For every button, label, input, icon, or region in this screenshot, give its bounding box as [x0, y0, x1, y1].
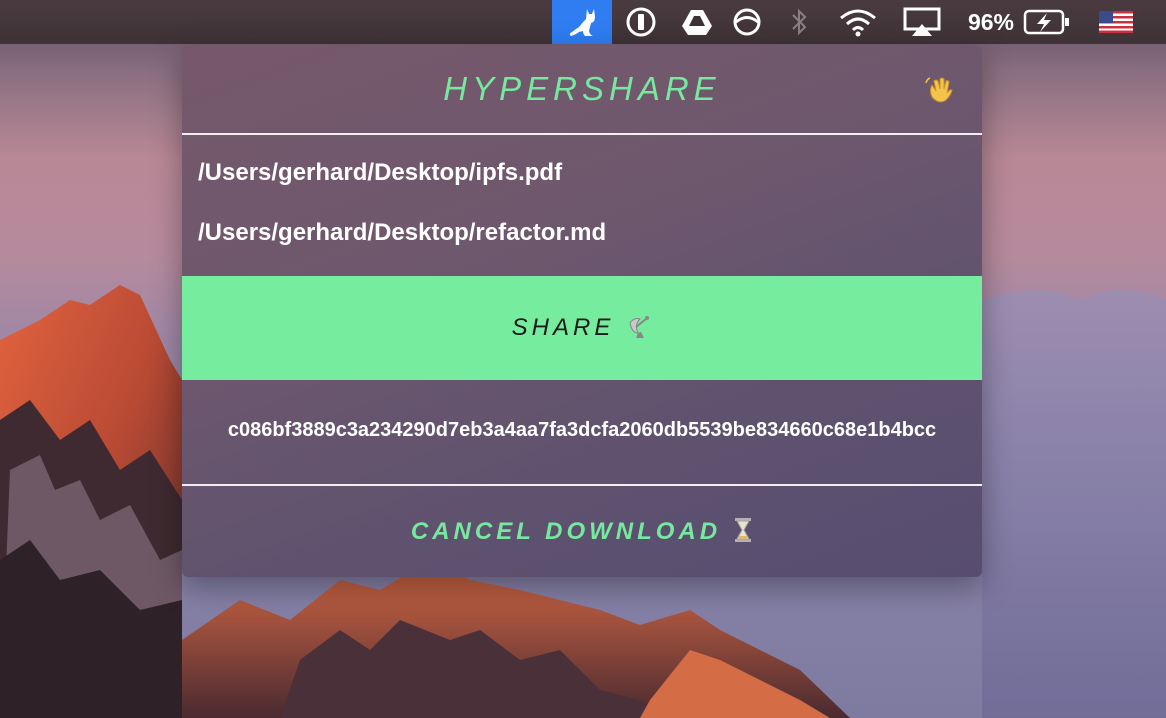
share-button[interactable]: SHARE [182, 276, 982, 380]
satellite-antenna-icon [626, 313, 652, 344]
1password-icon[interactable] [624, 0, 658, 44]
google-drive-icon[interactable] [680, 0, 714, 44]
battery-charging-icon[interactable] [1022, 0, 1072, 44]
hourglass-icon [733, 517, 753, 548]
us-flag-icon[interactable] [1098, 0, 1134, 44]
waving-hand-icon[interactable] [924, 75, 954, 105]
share-hash: c086bf3889c3a234290d7eb3a4aa7fa3dcfa2060… [227, 419, 937, 441]
hash-divider [182, 484, 982, 486]
app-title: HYPERSHARE [443, 70, 721, 107]
wifi-icon[interactable] [838, 0, 878, 44]
cancel-download-label: CANCEL DOWNLOAD [410, 518, 722, 545]
airplay-icon[interactable] [902, 0, 942, 44]
file-item: /Users/gerhard/Desktop/ipfs.pdf [198, 159, 563, 186]
cat-app-icon[interactable] [552, 0, 612, 44]
share-label: SHARE [511, 314, 615, 341]
hypershare-popover: HYPERSHARE /Users/gerhard/Desktop/ipfs.p… [182, 45, 982, 577]
menu-bar: 96% [0, 0, 1166, 44]
battery-percent: 96% [967, 8, 1015, 35]
cancel-download-button[interactable]: CANCEL DOWNLOAD [182, 487, 982, 577]
file-item: /Users/gerhard/Desktop/refactor.md [198, 219, 607, 246]
header-divider [182, 133, 982, 135]
panel-header: HYPERSHARE [182, 45, 982, 133]
sync-icon[interactable] [730, 0, 764, 44]
bluetooth-icon[interactable] [784, 0, 814, 44]
